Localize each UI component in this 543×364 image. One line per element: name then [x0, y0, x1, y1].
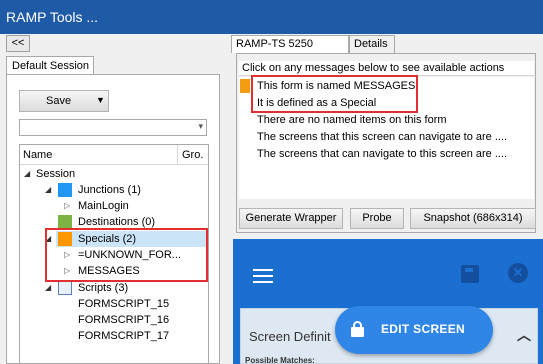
save-button[interactable]: Save ▼ — [19, 90, 109, 112]
script-icon — [58, 281, 72, 295]
message-item[interactable]: There are no named items on this form — [257, 114, 447, 126]
snapshot-button[interactable]: Snapshot (686x314) — [410, 208, 536, 229]
tree-node-label: Specials (2) — [78, 233, 137, 245]
save-icon[interactable] — [461, 265, 479, 283]
tree-header: Name Gro. — [20, 145, 208, 165]
close-icon[interactable]: ✕ — [508, 263, 528, 283]
card-title: Screen Definit — [249, 329, 331, 344]
destination-icon — [58, 215, 72, 229]
tree-node-unknown-form[interactable]: ▷ =UNKNOWN_FOR... — [20, 247, 208, 263]
card-subtitle: Possible Matches: — [245, 356, 315, 364]
message-item[interactable]: This form is named MESSAGES — [257, 80, 415, 92]
expanded-arrow-icon[interactable]: ◢ — [45, 231, 51, 247]
mobile-app-bar — [233, 239, 543, 297]
probe-button[interactable]: Probe — [350, 208, 404, 229]
tree-node-label: Junctions (1) — [78, 184, 141, 196]
messages-header: Click on any messages below to see avail… — [239, 61, 534, 76]
tree-node-label: Session — [36, 168, 76, 180]
tree-node-messages[interactable]: ▷ MESSAGES — [20, 263, 208, 279]
tree-node-junctions[interactable]: ◢ Junctions (1) — [20, 182, 208, 198]
column-name[interactable]: Name — [23, 149, 52, 161]
chevron-down-icon[interactable]: ▼ — [96, 95, 105, 105]
tab-details[interactable]: Details — [349, 35, 395, 53]
junction-icon — [58, 183, 72, 197]
chevron-up-icon[interactable]: ︿ — [517, 325, 531, 345]
tree-node-formscript-17[interactable]: FORMSCRIPT_17 — [20, 328, 208, 344]
title-bar: RAMP Tools ... — [0, 0, 543, 34]
tree-node-specials[interactable]: ◢ Specials (2) — [45, 231, 206, 247]
tree-node-scripts[interactable]: ◢ Scripts (3) — [20, 280, 208, 296]
special-icon — [58, 232, 72, 246]
expanded-arrow-icon[interactable]: ◢ — [24, 166, 30, 182]
collapse-button[interactable]: << — [6, 35, 30, 52]
collapsed-arrow-icon[interactable]: ▷ — [64, 198, 70, 214]
tree-node-label: FORMSCRIPT_17 — [78, 330, 170, 342]
column-group[interactable]: Gro. — [182, 149, 203, 161]
chevron-down-icon[interactable]: ▾ — [198, 121, 203, 132]
tree-node-label: =UNKNOWN_FOR... — [78, 249, 181, 261]
collapsed-arrow-icon[interactable]: ▷ — [64, 247, 70, 263]
session-tree: Name Gro. ◢ Session ◢ Junctions (1) ▷ Ma… — [19, 144, 209, 364]
session-combo[interactable]: ▾ — [19, 119, 207, 136]
tree-node-label: Scripts (3) — [78, 282, 129, 294]
mobile-preview: ✕ Screen Definit Possible Matches: ︿ EDI… — [233, 239, 543, 364]
tree-node-formscript-15[interactable]: FORMSCRIPT_15 — [20, 296, 208, 312]
hamburger-menu-icon[interactable] — [253, 269, 273, 283]
edit-screen-button[interactable]: EDIT SCREEN — [335, 306, 493, 354]
message-item[interactable]: The screens that can navigate to this sc… — [257, 148, 507, 160]
tab-ramp-ts-session[interactable]: RAMP-TS 5250 Session — [231, 35, 349, 67]
window-title: RAMP Tools ... — [6, 9, 99, 25]
lock-icon — [351, 321, 364, 337]
tree-node-label: Destinations (0) — [78, 216, 156, 228]
tab-default-session[interactable]: Default Session — [6, 56, 94, 75]
tree-node-label: MESSAGES — [78, 265, 140, 277]
message-item[interactable]: The screens that this screen can navigat… — [257, 131, 507, 143]
special-marker-icon — [240, 79, 250, 93]
tree-node-label: FORMSCRIPT_15 — [78, 298, 170, 310]
tree-node-mainlogin[interactable]: ▷ MainLogin — [20, 198, 208, 214]
tree-node-destinations[interactable]: Destinations (0) — [20, 214, 208, 230]
tree-node-session[interactable]: ◢ Session — [20, 166, 208, 182]
column-divider[interactable] — [177, 145, 178, 165]
generate-wrapper-button[interactable]: Generate Wrapper — [239, 208, 343, 229]
tree-node-label: MainLogin — [78, 200, 129, 212]
expanded-arrow-icon[interactable]: ◢ — [45, 182, 51, 198]
expanded-arrow-icon[interactable]: ◢ — [45, 280, 51, 296]
message-item[interactable]: It is defined as a Special — [257, 97, 376, 109]
edit-screen-label: EDIT SCREEN — [381, 322, 465, 336]
save-button-label: Save — [46, 95, 72, 107]
tree-node-label: FORMSCRIPT_16 — [78, 314, 170, 326]
collapsed-arrow-icon[interactable]: ▷ — [64, 263, 70, 279]
tree-node-formscript-16[interactable]: FORMSCRIPT_16 — [20, 312, 208, 328]
